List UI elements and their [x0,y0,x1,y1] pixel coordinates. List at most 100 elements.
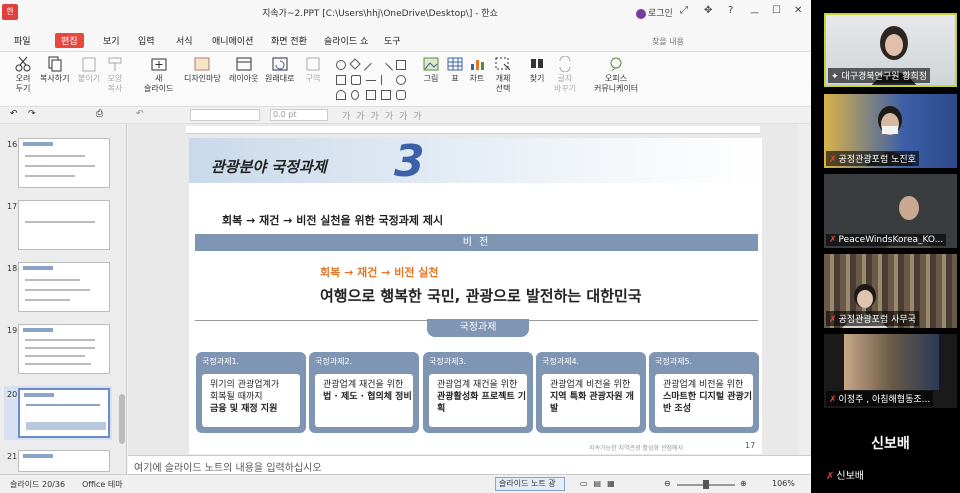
rectangle-shape-icon[interactable] [396,60,406,70]
slide-thumbnail-18[interactable] [18,262,110,312]
vertical-scrollbar[interactable] [799,124,811,455]
communicator-button[interactable]: 오피스 커뮤니케이터 [594,56,638,94]
title-bar: 한 지속가~2.PPT [C:\Users\hhj\OneDrive\Deskt… [0,0,811,30]
theme-name: Office 테마 [82,480,123,489]
cut-button[interactable]: 오려 두기 [14,56,32,94]
picture-button[interactable]: 그림 [422,56,440,84]
participant-name: ✗ 공정관광포럼 노진호 [826,151,919,166]
picture-icon [423,57,439,71]
horizontal-ruler [186,126,760,134]
new-slide-button[interactable]: 새 슬라이드 [144,56,173,94]
menu-format[interactable]: 서식 [176,34,193,47]
restore-view-icon[interactable]: ⤢ [680,5,688,16]
current-slide[interactable]: 관광분야 국정과제 3 회복 → 재건 → 비전 실천을 위한 국정과제 제시 … [189,138,762,454]
table-button[interactable]: 표 [446,56,464,84]
circle-shape-icon[interactable] [396,75,406,85]
participant-video-3[interactable]: ✗ PeaceWindsKorea_KO... [824,174,957,248]
search-input[interactable] [652,34,777,48]
muted-mic-icon: ✗ [826,471,835,482]
cube-shape-icon[interactable] [381,90,391,100]
hline-shape-icon[interactable] [366,80,376,90]
menu-transition[interactable]: 화면 전환 [271,34,307,47]
active-speaker-name: 신보배 [871,436,910,452]
slide-notes-toggle[interactable]: 슬라이드 노트 광 [495,477,565,491]
participant-video-4[interactable]: ✗ 공정관광포럼 사무국 [824,254,957,328]
chart-button[interactable]: 차트 [468,56,486,84]
menu-slideshow[interactable]: 슬라이드 쇼 [324,34,368,47]
user-icon [636,8,646,19]
font-size-input[interactable]: 0.0 pt [270,109,328,121]
pin-icon[interactable]: ✥ [704,5,712,16]
minimize-button[interactable]: ㅡ [750,5,759,20]
slide-thumbnail-16[interactable] [18,138,110,188]
participant-name: ✦ 대구경북연구원 황희정 [828,68,931,83]
callout-shape-icon[interactable] [396,90,406,100]
print-icon[interactable]: ⎙ [96,109,103,119]
view-mode-icons[interactable]: ▭▤▦ [580,479,621,488]
login-button[interactable]: 로그인 [636,6,673,19]
menu-view[interactable]: 보기 [103,34,120,47]
video-conference-panel: ✦ 대구경북연구원 황희정 ✗ 공정관광포럼 노진호 ✗ PeaceWindsKor… [811,0,960,493]
layout-button[interactable]: 레이아웃 [229,56,258,84]
zoom-slider-knob[interactable] [703,480,709,489]
participant-video-2[interactable]: ✗ 공정관광포럼 노진호 [824,94,957,168]
design-button[interactable]: 디자인마당 [184,56,221,84]
muted-mic-icon: ✗ [829,155,837,165]
slide-thumbnail-17[interactable] [18,200,110,250]
rounded-rect-shape-icon[interactable] [351,75,361,85]
thumbnail-scrollbar[interactable] [119,394,125,444]
ellipse-shape-icon[interactable] [336,60,346,70]
text-format-buttons[interactable]: 가가가가가가 [342,109,428,122]
undo-gray-icon[interactable]: ↶ [136,109,144,119]
menu-file[interactable]: 파일 [14,34,31,47]
select-object-button[interactable]: 개체 선택 [494,56,512,94]
task-card-body: 관광업계 비전을 위한 스마트한 디지털 관광기반 조성 [655,374,753,427]
task-card-4: 국정과제4. 관광업계 비전을 위한 지역 특화 관광자원 개발 [536,352,646,433]
zoom-in-icon[interactable]: ⊕ [740,479,747,488]
zoom-level: 106% [772,479,795,488]
shapes-gallery[interactable] [336,58,412,102]
find-icon [531,59,543,68]
slide-thumbnail-20[interactable] [18,388,110,438]
section-button[interactable]: 구역 [304,56,322,84]
menu-tools[interactable]: 도구 [384,34,401,47]
arrow-right-shape-icon[interactable] [366,90,376,100]
oval-shape-icon[interactable] [351,90,359,100]
format-painter-button[interactable]: 모양 복사 [106,56,124,94]
chart-icon [471,60,484,70]
participant-video-1[interactable]: ✦ 대구경북연구원 황희정 [824,13,957,87]
line-shape-icon[interactable] [363,62,379,78]
slide-notes-input[interactable]: 여기에 슬라이드 노트의 내용을 입력하십시오 [128,455,811,474]
menu-insert[interactable]: 입력 [138,34,155,47]
table-icon [447,57,463,71]
task-card-body: 관광업계 비전을 위한 지역 특화 관광자원 개발 [542,374,640,427]
arc-shape-icon[interactable] [336,90,346,100]
slide-thumbnail-19[interactable] [18,324,110,374]
menu-edit[interactable]: 편집 [55,33,84,48]
vline-shape-icon[interactable] [381,75,391,85]
vision-steps: 회복 → 재건 → 비전 실천 [320,266,439,279]
new-slide-icon [151,58,167,71]
slide-thumbnail-21[interactable] [18,450,110,472]
diamond-shape-icon[interactable] [349,58,361,70]
textbox-shape-icon[interactable] [336,75,346,85]
find-button[interactable]: 찾기 [528,56,546,84]
copy-button[interactable]: 복사하기 [40,56,69,84]
help-button[interactable]: ? [728,5,733,16]
replace-button[interactable]: 글자 바꾸기 [554,56,576,94]
zoom-out-icon[interactable]: ⊖ [664,479,671,488]
paste-button[interactable]: 붙이기 [78,56,100,84]
reset-button[interactable]: 원래대로 [265,56,294,84]
close-button[interactable]: ✕ [794,5,802,16]
participant-name: ✗ PeaceWindsKorea_KO... [826,234,947,246]
participant-video-5[interactable]: ✗ 이정주 , 아침해협동조... [824,334,957,408]
redo-icon[interactable]: ↷ [28,109,36,119]
paste-icon [82,57,96,72]
menu-animation[interactable]: 애니메이션 [212,34,253,47]
app-logo-icon: 한 [2,4,18,20]
thumbnail-number: 16 [7,140,18,149]
thumbnail-number: 19 [7,326,18,335]
font-name-select[interactable] [190,109,260,121]
undo-icon[interactable]: ↶ [10,109,18,119]
maximize-button[interactable]: ☐ [772,5,781,16]
